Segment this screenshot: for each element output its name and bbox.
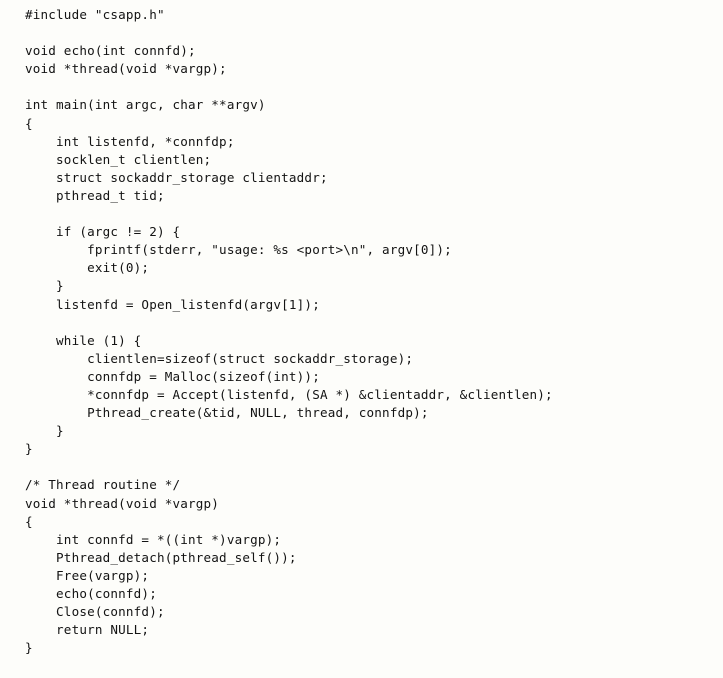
code-line: while (1) { [25,332,142,348]
code-line: int listenfd, *connfdp; [25,133,235,149]
code-line: Free(vargp); [25,567,150,583]
code-line: } [25,278,64,294]
code-line: pthread_t tid; [25,187,165,203]
code-line: void echo(int connfd); [25,43,196,59]
code-line: } [25,441,33,457]
code-line: void *thread(void *vargp) [25,495,220,511]
code-line: void *thread(void *vargp); [25,61,227,77]
code-line: /* Thread routine */ [25,477,181,493]
code-line: *connfdp = Accept(listenfd, (SA *) &clie… [25,386,553,402]
code-line: { [25,513,33,529]
code-line: echo(connfd); [25,586,157,601]
code-line: fprintf(stderr, "usage: %s <port>\n", ar… [25,242,452,258]
code-line: listenfd = Open_listenfd(argv[1]); [25,296,320,312]
code-line: int connfd = *((int *)vargp); [25,531,282,547]
code-line: Pthread_detach(pthread_self()); [25,549,297,565]
code-line: exit(0); [25,260,150,276]
code-line: return NULL; [25,622,150,638]
code-line: } [25,423,64,439]
code-line: socklen_t clientlen; [25,151,212,167]
code-line: if (argc != 2) { [25,224,181,240]
page-canvas: #include "csapp.h" void echo(int connfd)… [0,0,723,678]
code-line: } [25,640,33,656]
code-line: int main(int argc, char **argv) [25,97,266,113]
code-line: connfdp = Malloc(sizeof(int)); [25,368,320,384]
code-line: #include "csapp.h" [25,7,165,22]
code-listing: #include "csapp.h" void echo(int connfd)… [25,6,715,657]
code-line: clientlen=sizeof(struct sockaddr_storage… [25,350,414,366]
code-line: { [25,115,33,131]
code-line: Pthread_create(&tid, NULL, thread, connf… [25,405,429,421]
code-line: struct sockaddr_storage clientaddr; [25,169,328,185]
code-line: Close(connfd); [25,604,165,620]
